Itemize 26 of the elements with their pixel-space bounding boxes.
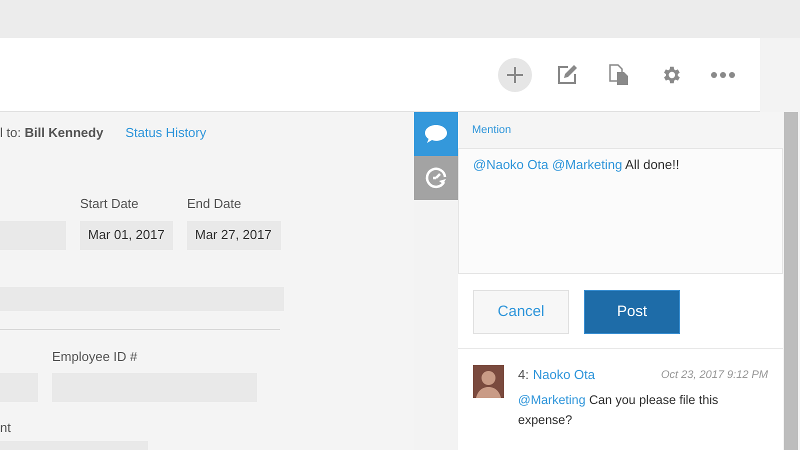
plus-icon xyxy=(506,66,524,84)
cancel-button[interactable]: Cancel xyxy=(473,290,569,334)
status-history-link[interactable]: Status History xyxy=(125,123,206,143)
history-tab[interactable] xyxy=(414,156,458,200)
add-button[interactable] xyxy=(498,58,532,92)
more-icon xyxy=(711,72,735,78)
comment-input[interactable]: @Naoko Ota @Marketing All done!! xyxy=(458,148,783,274)
date-field[interactable]: Mar 27, 2017 xyxy=(187,220,281,250)
documents-icon xyxy=(609,64,629,86)
date-field[interactable]: Mar 01, 2017 xyxy=(80,220,173,250)
clock-refresh-icon xyxy=(424,166,448,190)
avatar xyxy=(473,365,504,398)
comments-tab[interactable] xyxy=(414,112,458,156)
speech-bubble-icon xyxy=(424,124,448,144)
assignee-text: l to: Bill Kennedy xyxy=(0,124,104,142)
mention-link[interactable]: Mention xyxy=(472,122,512,138)
field-label: nt xyxy=(0,418,12,437)
field-label: Start Date xyxy=(80,195,140,214)
author-link[interactable]: Naoko Ota xyxy=(532,365,595,384)
comment-text: @Marketing Can you please file this expense? xyxy=(518,392,720,429)
post-button[interactable]: Post xyxy=(584,290,680,334)
field-label: End Date xyxy=(187,195,242,214)
field-label: Employee ID # xyxy=(52,348,138,366)
edit-icon xyxy=(556,64,578,86)
comment-time: Oct 23, 2017 9:12 PM xyxy=(660,368,768,382)
comment-number: 4: xyxy=(518,366,529,384)
